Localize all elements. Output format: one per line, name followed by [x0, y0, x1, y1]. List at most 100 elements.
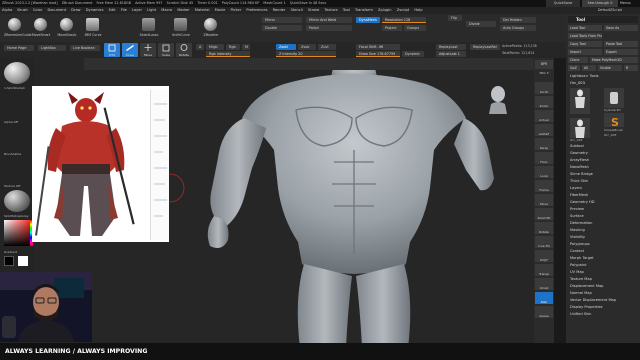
menu-tool[interactable]: Tool [343, 8, 350, 12]
section-polypaint[interactable]: Polypaint [568, 262, 638, 268]
menu-picker[interactable]: Picker [230, 8, 241, 12]
dynamesh-button[interactable]: DynaMesh [356, 17, 380, 23]
section-display-properties[interactable]: Display Properties [568, 304, 638, 310]
groups-button[interactable]: Groups [404, 25, 426, 31]
aahalf-button[interactable]: AAHalf [535, 124, 553, 136]
menu-zscript[interactable]: Zscript [397, 8, 409, 12]
bpr-button[interactable]: BPR [535, 60, 553, 69]
secondary-color-swatch[interactable] [18, 256, 28, 266]
rotate-view-button[interactable]: Rotate [535, 222, 553, 234]
zsub-toggle[interactable]: Zsub [298, 44, 316, 50]
section-displacement-map[interactable]: Displacement Map [568, 283, 638, 289]
polyf-button[interactable]: PolyF [535, 250, 553, 262]
brush-knifecurve[interactable]: ZModeler [200, 16, 222, 38]
resolution-slider[interactable]: Resolution 128 [382, 17, 426, 23]
menu-stencil[interactable]: Stencil [291, 8, 303, 12]
draw-size-slider[interactable]: Draw Size 176.67799 [356, 51, 400, 57]
visible-button[interactable]: Visible [598, 65, 622, 71]
menus-toggle[interactable]: Menus [620, 0, 638, 7]
menu-marker[interactable]: Marker [177, 8, 189, 12]
load-tool-button[interactable]: Load Tool [568, 25, 602, 31]
section-fibermesh[interactable]: FiberMesh [568, 192, 638, 198]
section-surface[interactable]: Surface [568, 213, 638, 219]
section-layers[interactable]: Layers [568, 185, 638, 191]
brush-interact[interactable]: SelectLasso [138, 16, 160, 38]
scroll-button[interactable]: Scroll [535, 82, 553, 94]
paste-tool-button[interactable]: Paste Tool [604, 41, 638, 47]
lightbox-tools-label[interactable]: Lightbox> Tools [568, 73, 638, 79]
material-sphere-icon[interactable] [4, 62, 30, 84]
section-geometry[interactable]: Geometry [568, 150, 638, 156]
m-toggle[interactable]: M [242, 44, 250, 50]
a-toggle[interactable]: A [196, 44, 204, 50]
r-button[interactable]: R [624, 65, 638, 71]
xpose-button[interactable]: Xpose [535, 306, 553, 318]
menu-help[interactable]: Help [414, 8, 422, 12]
menu-layer[interactable]: Layer [132, 8, 142, 12]
divide-button[interactable]: Divide [466, 21, 496, 27]
ghost-button[interactable]: Ghost [535, 278, 553, 290]
section-preview[interactable]: Preview [568, 206, 638, 212]
section-geometry-hd[interactable]: Geometry HD [568, 199, 638, 205]
persp-button[interactable]: Persp [535, 138, 553, 150]
section-contact[interactable]: Contact [568, 248, 638, 254]
menu-file[interactable]: File [121, 8, 127, 12]
section-subtool[interactable]: Subtool [568, 143, 638, 149]
brush-selectlasso[interactable]: KnifeCurve [170, 16, 192, 38]
brush-zremesherguide[interactable]: ZRemesherGuide [4, 16, 32, 38]
menu-dynamics[interactable]: Dynamics [86, 8, 104, 12]
replay-last-button[interactable]: ReplayLast [436, 44, 466, 50]
focal-shift-slider[interactable]: Focal Shift -96 [356, 44, 400, 50]
rotate-mode-button[interactable]: Rotate [176, 43, 192, 57]
menu-light[interactable]: Light [147, 8, 156, 12]
flip-button[interactable]: Flip [448, 15, 462, 21]
menu-draw[interactable]: Draw [71, 8, 80, 12]
replay-last-rel-button[interactable]: ReplayLastRel [470, 44, 500, 50]
menu-preferences[interactable]: Preferences [246, 8, 267, 12]
tool-thumb-simplebrush[interactable]: S [604, 113, 624, 129]
section-polygroups[interactable]: Polygroups [568, 241, 638, 247]
section-texture-map[interactable]: Texture Map [568, 276, 638, 282]
menu-edit[interactable]: Edit [109, 8, 116, 12]
color-picker[interactable] [4, 220, 30, 246]
home-page-button[interactable]: Home Page [4, 45, 34, 51]
mirror-weld-button[interactable]: Mirror And Weld [306, 17, 352, 23]
brush-imm-curve[interactable]: IMM Curve [82, 16, 104, 38]
tool-palette-header[interactable]: Tool [568, 16, 638, 23]
section-thick-skin[interactable]: Thick Skin [568, 178, 638, 184]
goz-button[interactable]: GoZ [568, 65, 580, 71]
section-uv-map[interactable]: UV Map [568, 269, 638, 275]
menu-brush[interactable]: Brush [17, 8, 27, 12]
actual-button[interactable]: Actual [535, 110, 553, 122]
seethrough-slider[interactable]: See-through 0 [582, 0, 618, 7]
double-button[interactable]: Double [262, 25, 302, 31]
section-arraymesh[interactable]: ArrayMesh [568, 157, 638, 163]
zoom-button[interactable]: Zoom [535, 96, 553, 108]
floor-button[interactable]: Floor [535, 152, 553, 164]
menu-zplugin[interactable]: Zplugin [378, 8, 392, 12]
menu-alpha[interactable]: Alpha [2, 8, 12, 12]
line-fill-button[interactable]: Line Fill [535, 236, 553, 248]
tool-thumb-orc-2[interactable] [570, 118, 590, 138]
section-masking[interactable]: Masking [568, 227, 638, 233]
menu-transform[interactable]: Transform [355, 8, 373, 12]
edit-mode-button[interactable]: Edit [104, 43, 120, 57]
save-as-button[interactable]: Save As [604, 25, 638, 31]
draw-mode-button[interactable]: Draw [122, 43, 138, 57]
section-vector-displacement-map[interactable]: Vector Displacement Map [568, 297, 638, 303]
all-button[interactable]: All [582, 65, 596, 71]
copy-tool-button[interactable]: Copy Tool [568, 41, 602, 47]
export-button[interactable]: Export [604, 49, 638, 55]
section-visibility[interactable]: Visibility [568, 234, 638, 240]
zadd-toggle[interactable]: Zadd [276, 44, 296, 50]
lightbox-button[interactable]: LightBox [38, 45, 66, 51]
import-button[interactable]: Import [568, 49, 602, 55]
zcut-toggle[interactable]: Zcut [318, 44, 336, 50]
del-hidden-button[interactable]: Del Hidden [500, 17, 536, 23]
menu-stroke[interactable]: Stroke [308, 8, 319, 12]
menu-movie[interactable]: Movie [215, 8, 226, 12]
mirror-button[interactable]: Mirror [262, 17, 302, 23]
solo-button[interactable]: Solo [535, 292, 553, 304]
move-view-button[interactable]: Move [535, 194, 553, 206]
quicksave-button[interactable]: QuickSave [546, 0, 580, 7]
